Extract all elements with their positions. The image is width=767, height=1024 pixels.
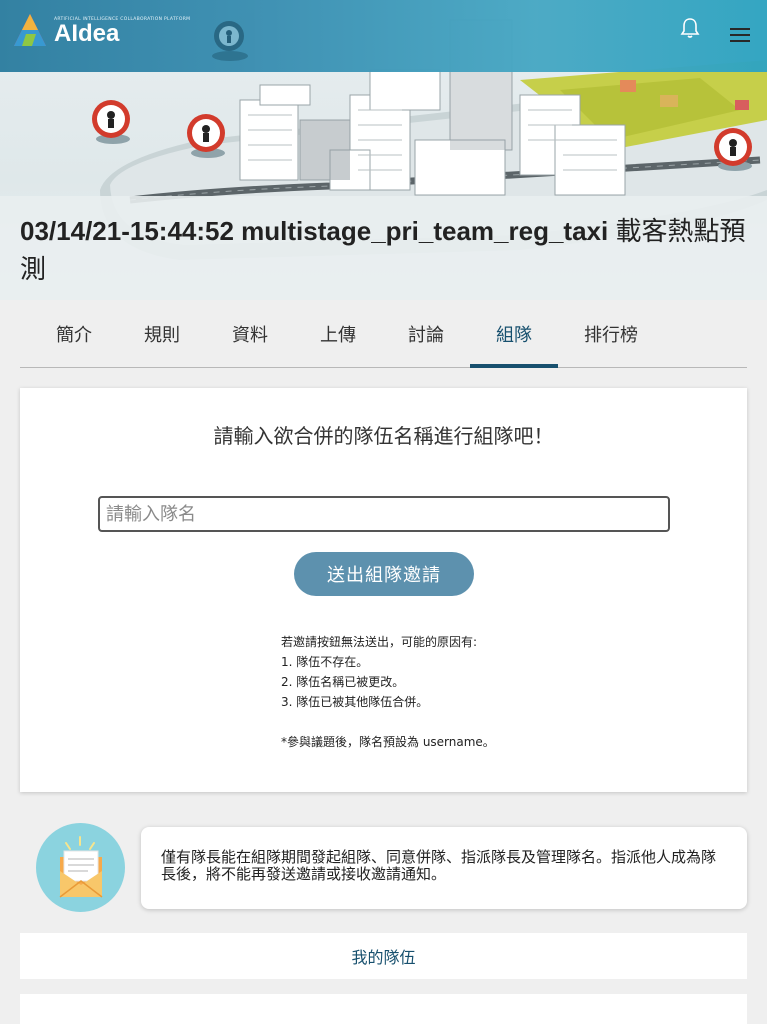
tab-intro[interactable]: 簡介 — [30, 300, 118, 368]
logo-wordmark: AIdea — [54, 19, 120, 47]
tab-upload[interactable]: 上傳 — [294, 300, 382, 368]
team-merge-card: 請輸入欲合併的隊伍名稱進行組隊吧！ 送出組隊邀請 若邀請按鈕無法送出，可能的原因… — [20, 388, 747, 792]
tab-data[interactable]: 資料 — [206, 300, 294, 368]
header-pin-decoration — [212, 21, 248, 61]
logo-mark-icon — [14, 14, 46, 46]
competition-tabs: 簡介 規則 資料 上傳 討論 組隊 排行榜 — [20, 300, 747, 368]
username-footnote: *參與議題後，隊名預設為 username。 — [281, 735, 495, 749]
reason-item: 1. 隊伍不存在。 — [281, 655, 369, 669]
hero-banner: ARTIFICIAL INTELLIGENCE COLLABORATION PL… — [0, 0, 767, 300]
tab-discussion[interactable]: 討論 — [382, 300, 470, 368]
my-team-header[interactable]: 我的隊伍 — [20, 933, 747, 979]
envelope-icon — [36, 823, 125, 912]
tab-leaderboard[interactable]: 排行榜 — [567, 300, 655, 368]
tab-rules[interactable]: 規則 — [118, 300, 206, 368]
team-leader-notice: 僅有隊長能在組隊期間發起組隊、同意併隊、指派隊長及管理隊名。指派他人成為隊長後，… — [141, 827, 747, 909]
merge-heading: 請輸入欲合併的隊伍名稱進行組隊吧！ — [213, 424, 554, 448]
reasons-intro: 若邀請按鈕無法送出，可能的原因有: — [281, 635, 478, 649]
reason-item: 2. 隊伍名稱已被更改。 — [281, 675, 405, 689]
top-navigation-bar: ARTIFICIAL INTELLIGENCE COLLABORATION PL… — [0, 0, 767, 72]
title-latin: 03/14/21-15:44:52 multistage_pri_team_re… — [20, 216, 609, 246]
aidea-logo[interactable]: ARTIFICIAL INTELLIGENCE COLLABORATION PL… — [12, 12, 190, 50]
send-invite-button[interactable]: 送出組隊邀請 — [294, 552, 474, 596]
team-name-input[interactable] — [98, 496, 670, 532]
hamburger-menu-icon[interactable] — [729, 26, 751, 44]
reason-item: 3. 隊伍已被其他隊伍合併。 — [281, 695, 429, 709]
bell-icon[interactable] — [678, 16, 702, 40]
tab-team[interactable]: 組隊 — [470, 300, 558, 368]
my-team-panel — [20, 994, 747, 1024]
competition-title: 03/14/21-15:44:52 multistage_pri_team_re… — [20, 212, 755, 288]
failure-reasons: 若邀請按鈕無法送出，可能的原因有: 1. 隊伍不存在。 2. 隊伍名稱已被更改。… — [281, 632, 495, 752]
